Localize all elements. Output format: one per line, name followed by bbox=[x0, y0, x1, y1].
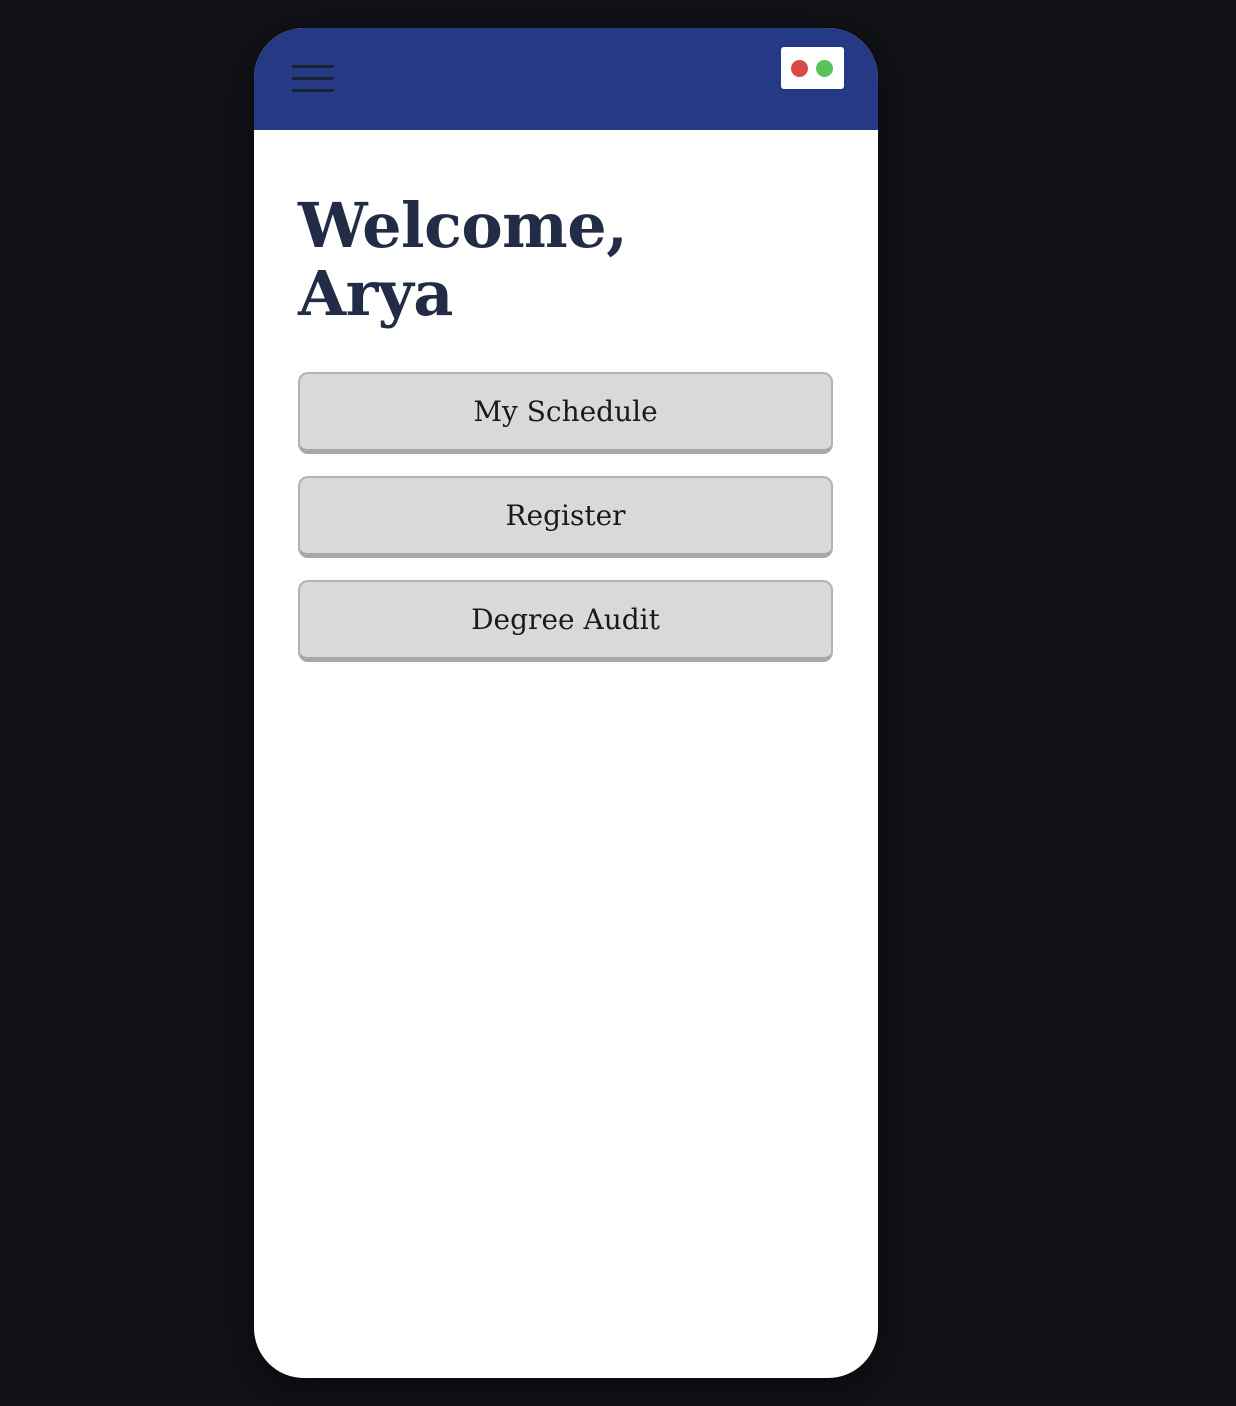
status-red-dot bbox=[791, 60, 808, 77]
menu-line bbox=[292, 65, 334, 68]
menu-line bbox=[292, 89, 334, 92]
main-content: Welcome, Arya My Schedule Register Degre… bbox=[298, 130, 834, 684]
hamburger-menu-icon[interactable] bbox=[288, 62, 334, 96]
welcome-heading: Welcome, Arya bbox=[298, 192, 834, 328]
status-green-dot bbox=[816, 60, 833, 77]
my-schedule-button[interactable]: My Schedule bbox=[298, 372, 833, 454]
user-name: Arya bbox=[298, 257, 453, 330]
register-button[interactable]: Register bbox=[298, 476, 833, 558]
nav-button-list: My Schedule Register Degree Audit bbox=[298, 372, 834, 662]
top-app-bar bbox=[254, 28, 878, 130]
status-indicator bbox=[781, 47, 844, 89]
welcome-line: Welcome, bbox=[298, 189, 628, 262]
menu-line bbox=[292, 77, 334, 80]
degree-audit-button[interactable]: Degree Audit bbox=[298, 580, 833, 662]
phone-frame: Welcome, Arya My Schedule Register Degre… bbox=[254, 28, 878, 1378]
